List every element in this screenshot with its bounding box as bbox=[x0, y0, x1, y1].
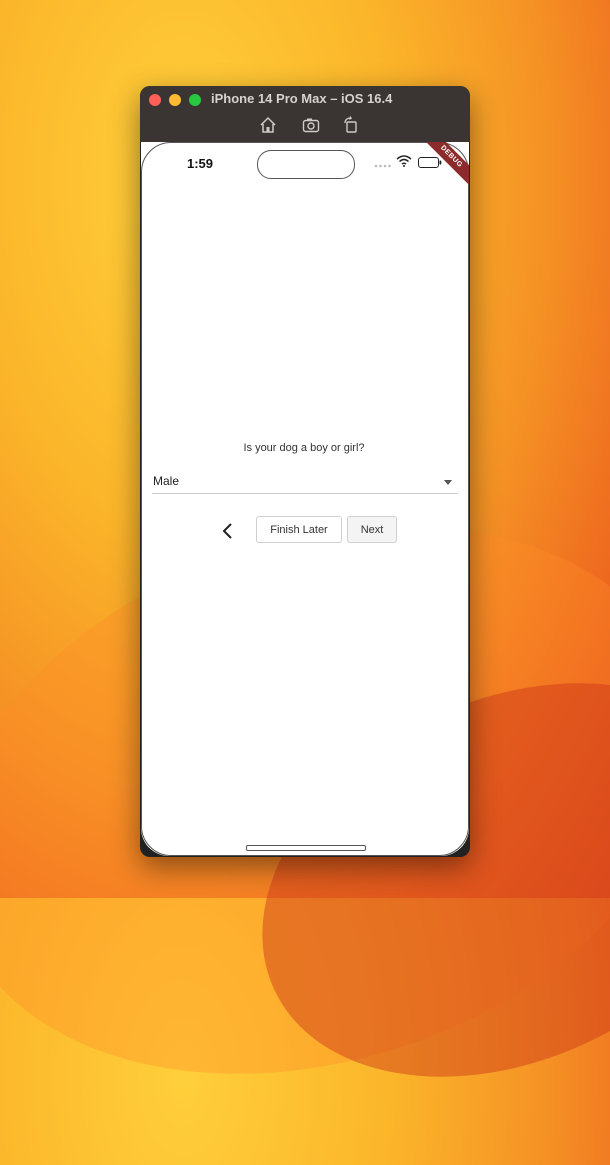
rotate-icon[interactable] bbox=[342, 116, 360, 134]
title-bar: iPhone 14 Pro Max – iOS 16.4 bbox=[140, 86, 470, 142]
camera-icon[interactable] bbox=[302, 116, 320, 134]
back-chevron-icon[interactable] bbox=[220, 522, 236, 540]
simulator-window: iPhone 14 Pro Max – iOS 16.4 1:59 DEBUG … bbox=[140, 86, 470, 857]
device-screen: 1:59 DEBUG Is your dog a boy or girl? Ma… bbox=[141, 142, 469, 856]
minimize-window-button[interactable] bbox=[169, 94, 181, 106]
dynamic-island bbox=[257, 150, 355, 179]
dropdown-selected-value: Male bbox=[153, 474, 180, 488]
question-label: Is your dog a boy or girl? bbox=[243, 442, 365, 454]
gender-dropdown[interactable]: Male bbox=[152, 471, 458, 494]
home-indicator[interactable] bbox=[246, 845, 366, 851]
screen-edge bbox=[141, 142, 469, 856]
status-time: 1:59 bbox=[187, 156, 214, 171]
home-icon[interactable] bbox=[259, 116, 277, 134]
zoom-window-button[interactable] bbox=[189, 94, 201, 106]
signal-icon bbox=[374, 164, 391, 168]
wifi-icon bbox=[396, 155, 412, 167]
battery-icon bbox=[418, 157, 442, 168]
dropdown-arrow-icon bbox=[444, 480, 452, 485]
next-button[interactable]: Next bbox=[347, 516, 397, 543]
finish-later-button[interactable]: Finish Later bbox=[256, 516, 342, 543]
close-window-button[interactable] bbox=[149, 94, 161, 106]
window-title: iPhone 14 Pro Max – iOS 16.4 bbox=[211, 91, 393, 106]
